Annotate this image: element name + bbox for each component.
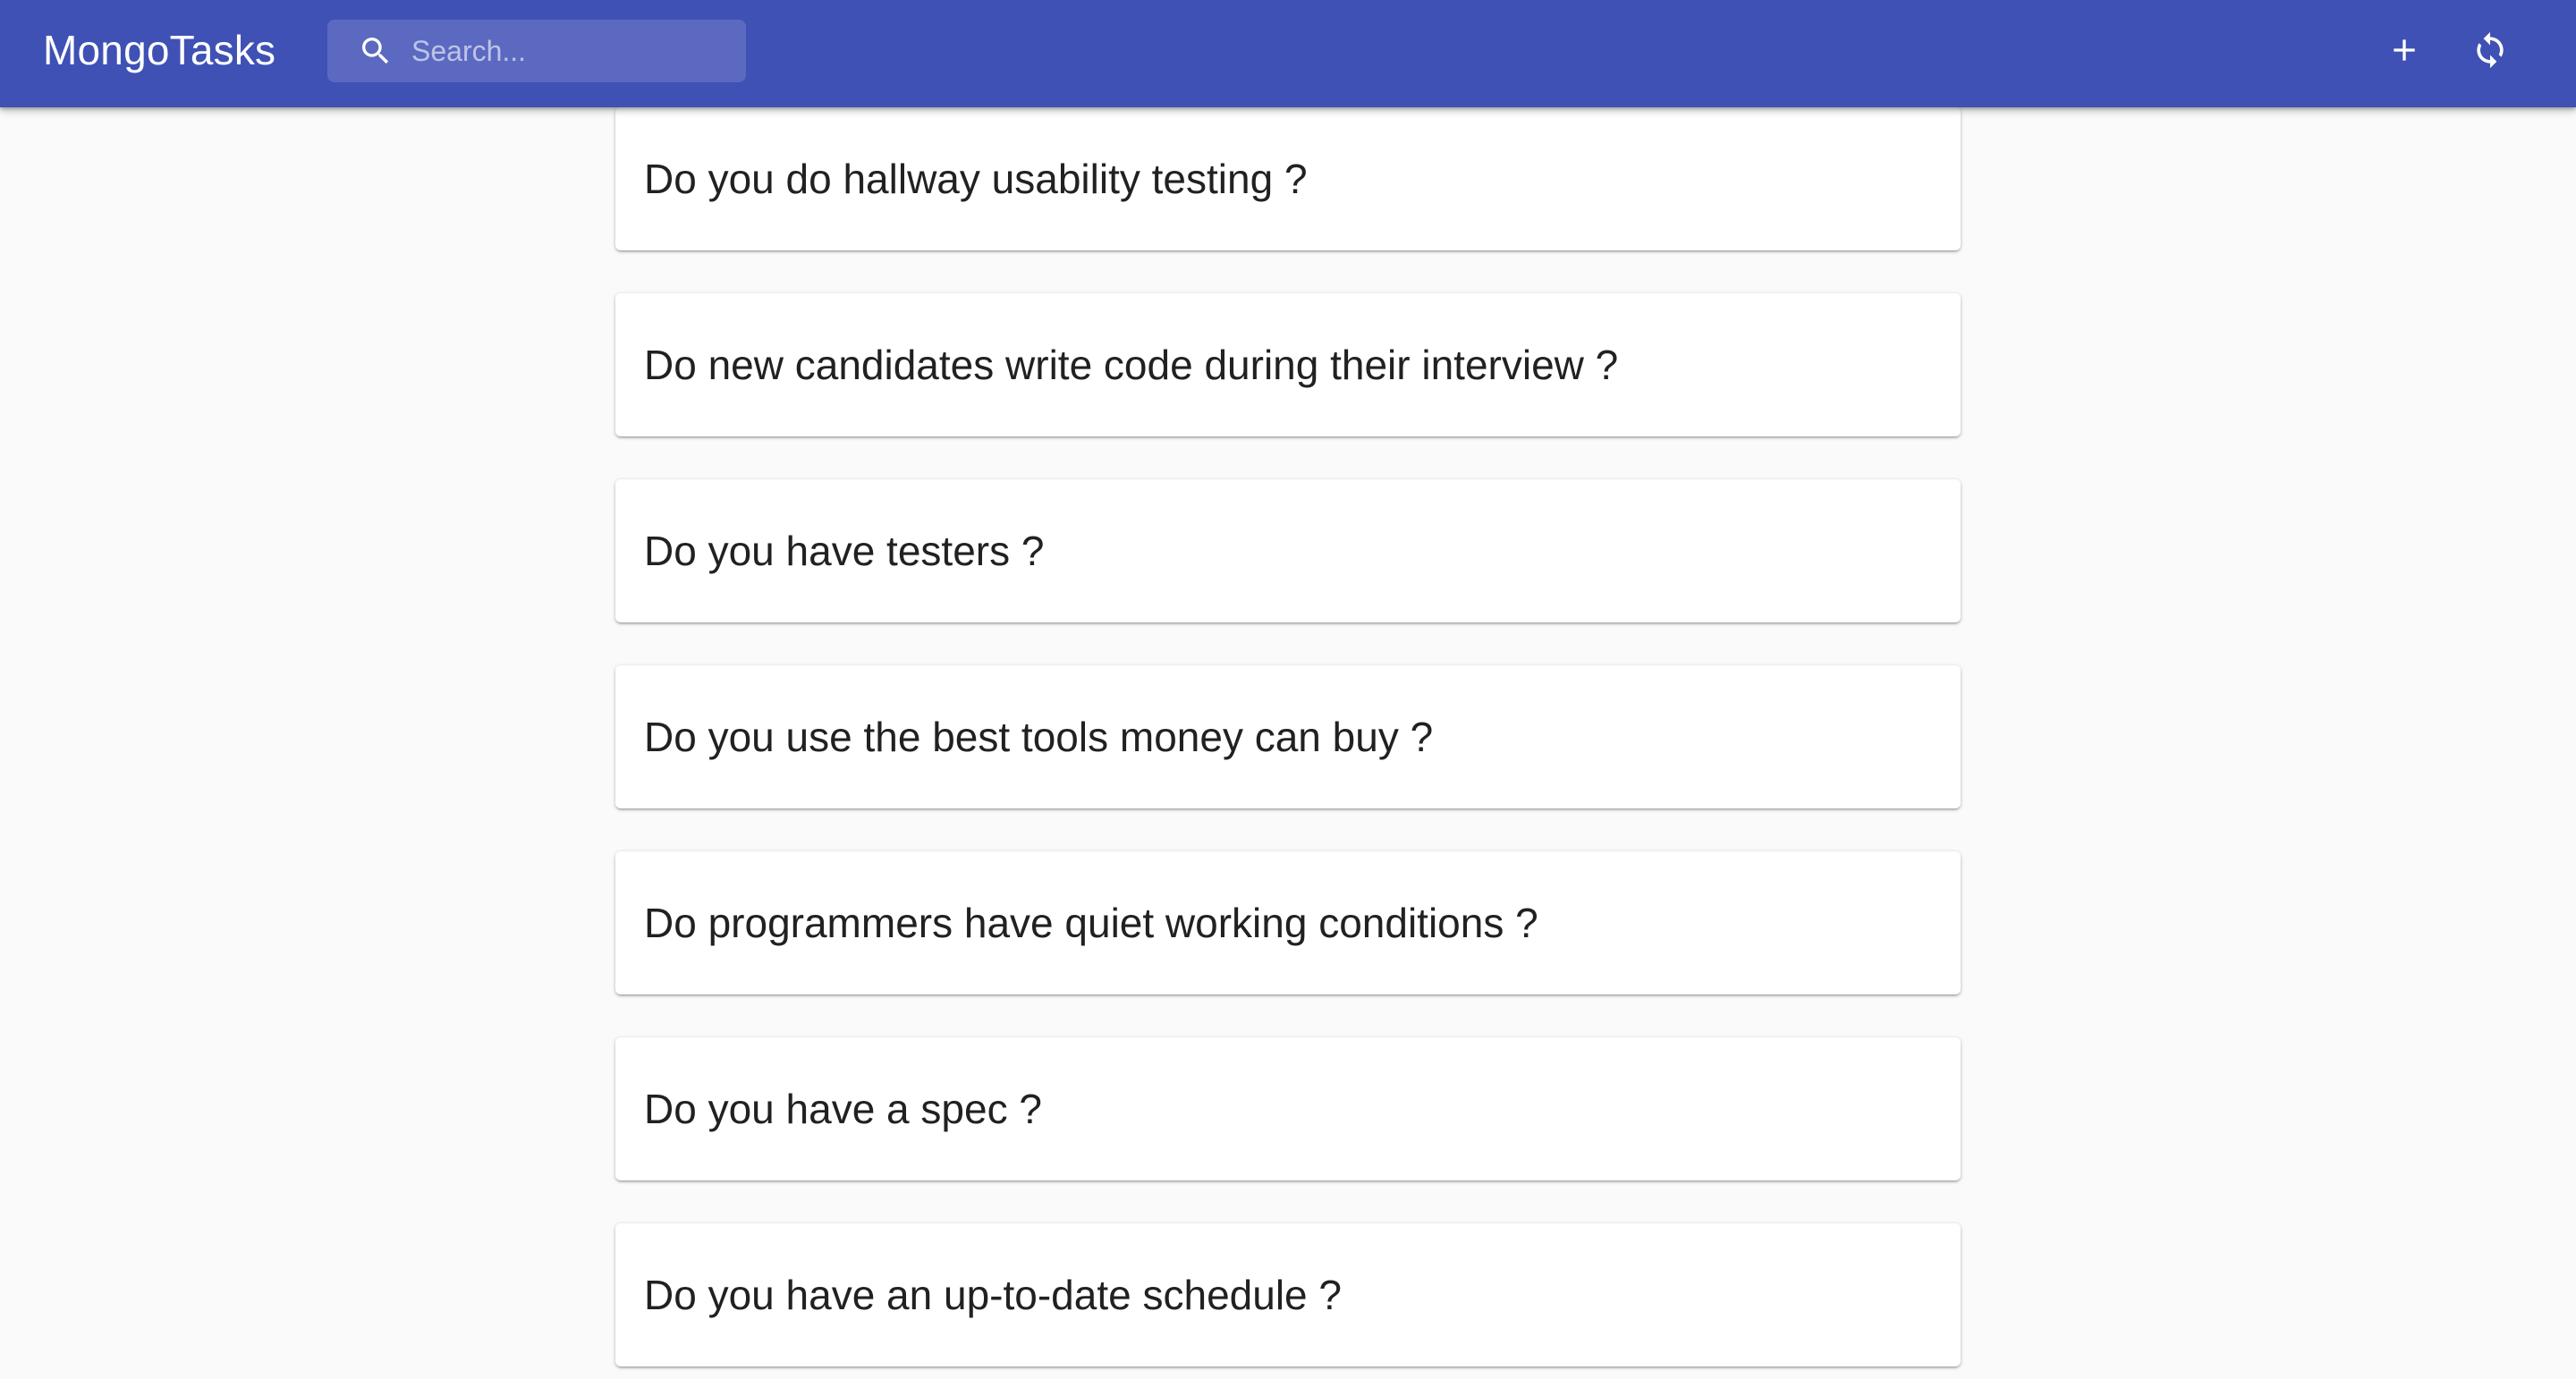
task-text: Do programmers have quiet working condit… [644, 900, 1538, 946]
app-bar: MongoTasks [0, 0, 2576, 107]
task-card[interactable]: Do you have an up-to-date schedule ? [615, 1223, 1961, 1366]
search-input[interactable] [411, 20, 724, 82]
plus-icon [2394, 39, 2415, 61]
refresh-icon [2477, 31, 2504, 69]
task-card[interactable]: Do you have a spec ? [615, 1037, 1961, 1180]
refresh-button[interactable] [2458, 18, 2522, 82]
task-card[interactable]: Do you have testers ? [615, 479, 1961, 622]
task-card[interactable]: Do you do hallway usability testing ? [615, 107, 1961, 250]
task-card[interactable]: Do you use the best tools money can buy … [615, 665, 1961, 808]
task-text: Do you do hallway usability testing ? [644, 156, 1308, 202]
task-text: Do you have testers ? [644, 528, 1045, 574]
task-text: Do you have a spec ? [644, 1086, 1042, 1132]
task-text: Do you use the best tools money can buy … [644, 714, 1434, 760]
search-icon [362, 38, 389, 64]
search-box[interactable] [327, 20, 746, 82]
app-title[interactable]: MongoTasks [43, 0, 275, 100]
task-card[interactable]: Do new candidates write code during thei… [615, 293, 1961, 436]
task-text: Do you have an up-to-date schedule ? [644, 1272, 1342, 1318]
add-task-button[interactable] [2372, 18, 2436, 82]
task-card[interactable]: Do programmers have quiet working condit… [615, 851, 1961, 994]
task-text: Do new candidates write code during thei… [644, 342, 1619, 388]
